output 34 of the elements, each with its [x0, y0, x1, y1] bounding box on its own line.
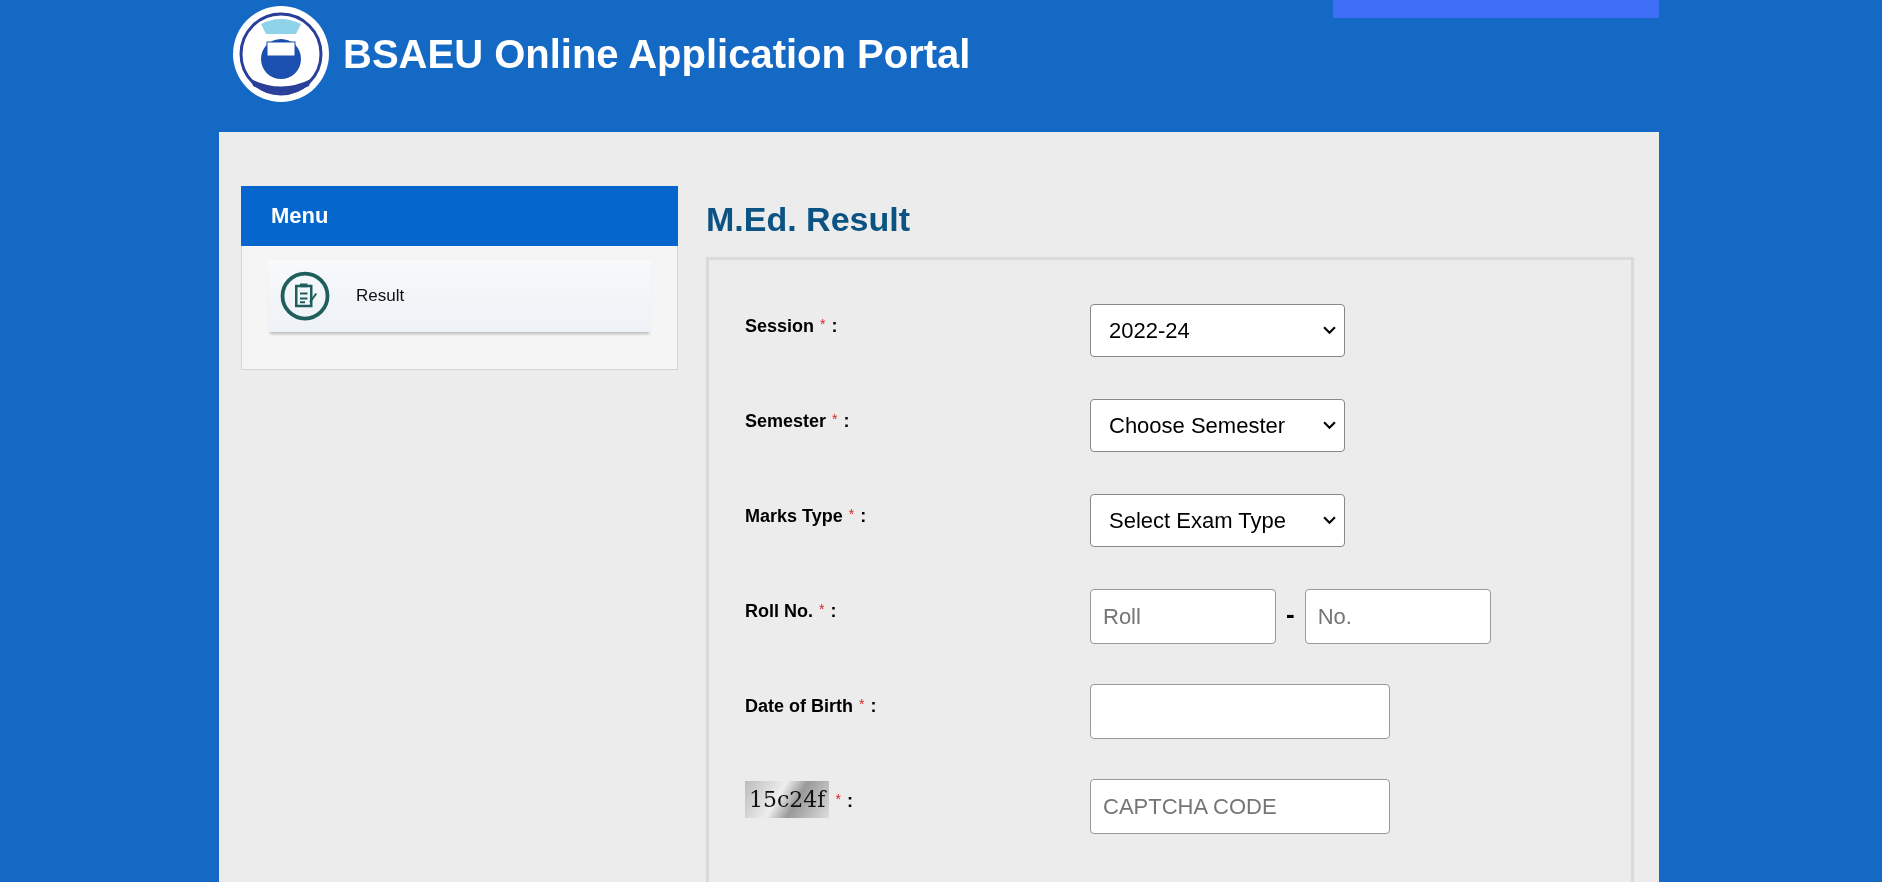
required-mark: *: [832, 411, 838, 427]
label-colon: :: [860, 506, 867, 527]
label-colon: :: [843, 411, 850, 432]
required-mark: *: [820, 316, 826, 332]
dropdown[interactable]: Choose Semester: [1090, 399, 1345, 452]
required-mark: *: [859, 696, 865, 712]
field-label: Marks Type: [745, 506, 843, 527]
label-colon: :: [870, 696, 877, 717]
field-label: Roll No.: [745, 601, 813, 622]
captcha-image: 15c24f: [745, 781, 830, 818]
field-label: Session: [745, 316, 815, 337]
field-label: Date of Birth: [745, 696, 853, 717]
portal-title: BSAEU Online Application Portal: [343, 31, 971, 77]
menu-header: Menu: [241, 186, 678, 246]
dropdown[interactable]: 2022-24: [1090, 304, 1345, 357]
label-colon: :: [830, 601, 837, 622]
chevron-icon: [1323, 516, 1336, 525]
date-field[interactable]: [1090, 684, 1390, 739]
required-mark: *: [848, 506, 855, 522]
chevron-icon: [1323, 326, 1336, 335]
captcha-field[interactable]: CAPTCHA CODE: [1090, 779, 1390, 834]
page-heading: M.Ed. Result: [706, 200, 912, 239]
required-mark: *: [819, 601, 825, 617]
dropdown[interactable]: Select Exam Type: [1090, 494, 1345, 547]
separator: -: [1286, 598, 1295, 630]
input-field[interactable]: No.: [1304, 589, 1491, 644]
label-colon: :: [831, 316, 838, 337]
label-colon: :: [846, 791, 853, 812]
menu-item[interactable]: Result: [268, 260, 651, 332]
input-field[interactable]: Roll: [1090, 589, 1276, 644]
clipboard-icon: [280, 271, 330, 321]
required-mark: *: [835, 791, 841, 807]
field-label: Semester: [745, 411, 827, 432]
chevron-icon: [1323, 421, 1336, 430]
